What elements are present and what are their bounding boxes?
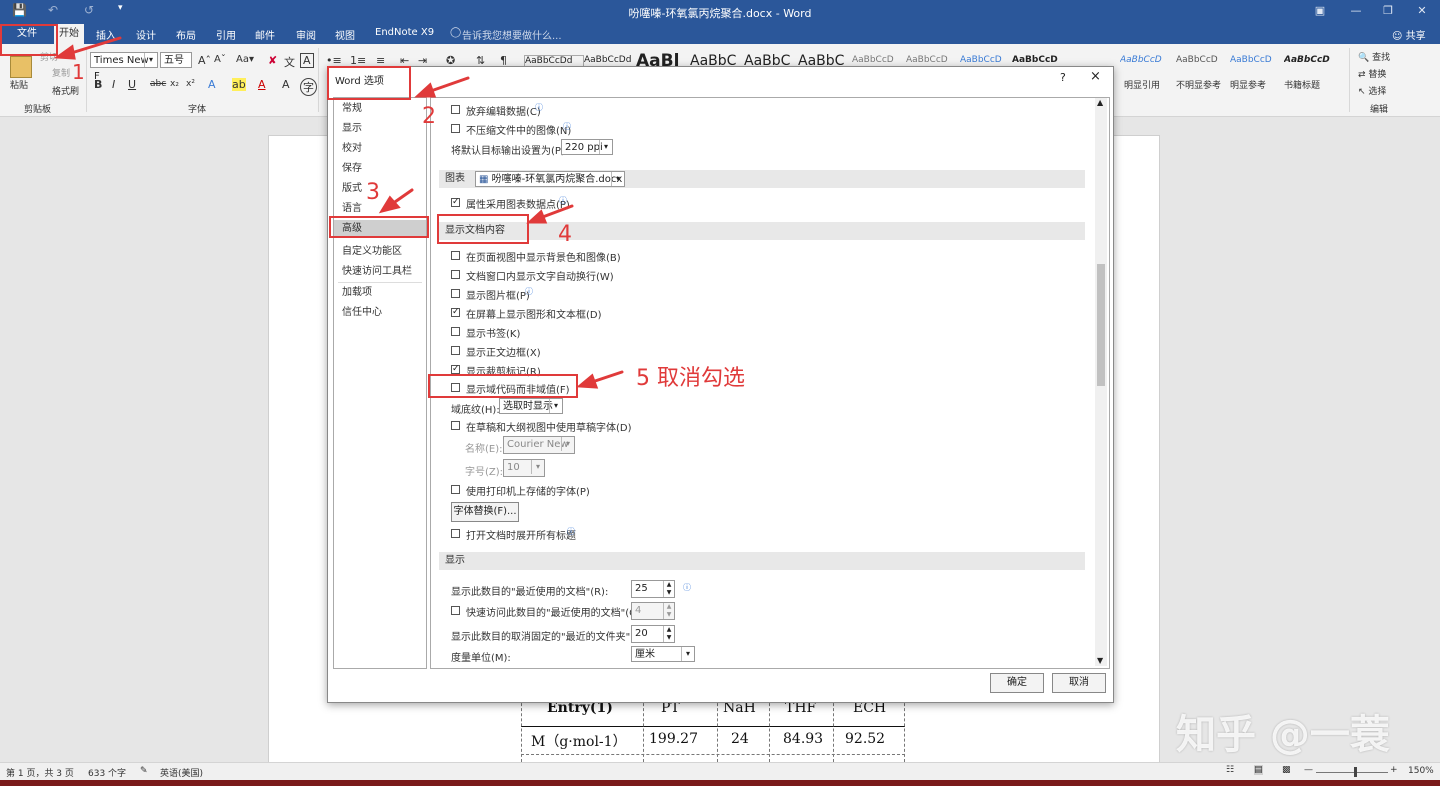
arrow-5-head (576, 373, 599, 389)
arrow-5 (590, 370, 624, 384)
arrow-2-head (414, 82, 437, 98)
arrow-1-head (53, 44, 76, 60)
annotation-arrows (53, 36, 624, 389)
arrow-4 (538, 204, 574, 220)
arrow-1 (66, 36, 122, 56)
arrow-2 (426, 76, 470, 94)
arrow-4-head (526, 209, 548, 224)
